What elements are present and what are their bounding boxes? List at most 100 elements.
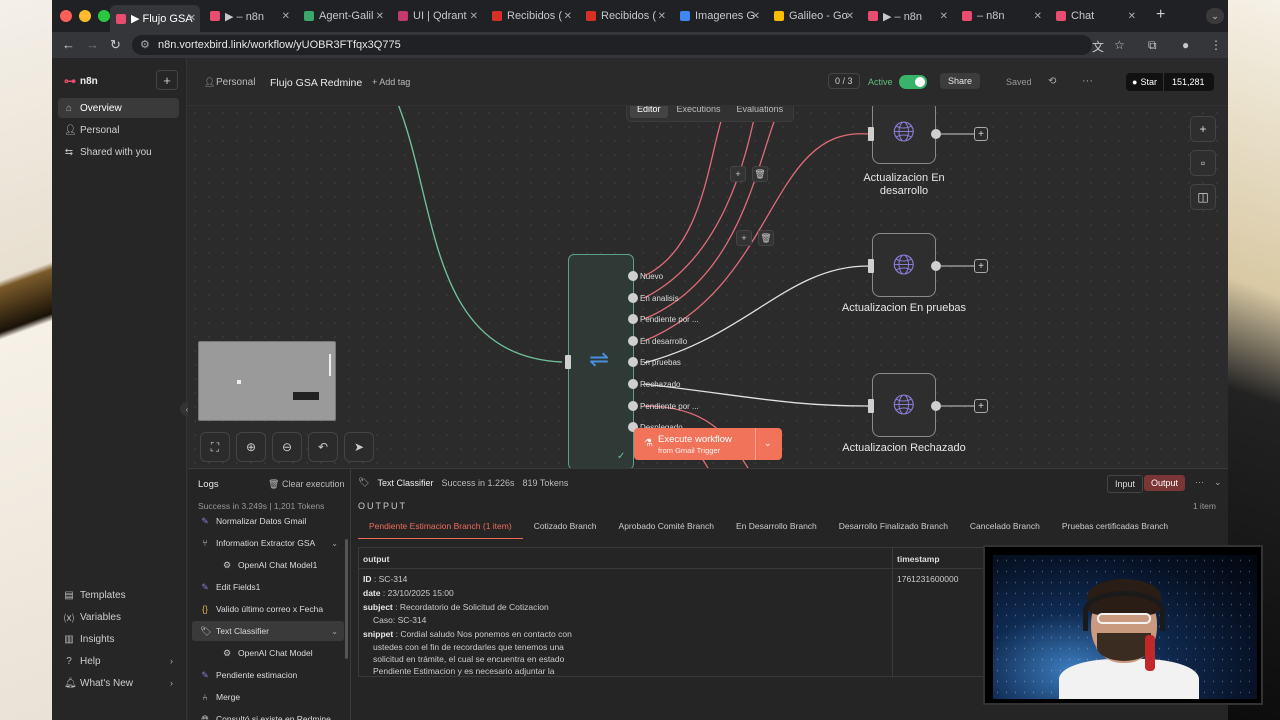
browser-tab[interactable]: Recibidos (✕ — [580, 5, 670, 27]
node-actualizacion-en-pruebas[interactable]: 🌐︎ — [872, 233, 936, 297]
branch-tab[interactable]: Cotizado Branch — [523, 515, 608, 539]
profile-avatar-icon[interactable]: ● — [1182, 38, 1189, 52]
browser-tab[interactable]: Galileo - Go ✕ — [768, 5, 858, 27]
fit-view-button[interactable]: ⛶ — [200, 432, 230, 462]
log-item[interactable]: {} Valido último correo x Fecha — [192, 599, 344, 619]
node-input-port[interactable] — [868, 399, 874, 413]
add-node-panel-button[interactable]: + — [1190, 116, 1216, 142]
add-tag-button[interactable]: + Add tag — [372, 77, 410, 87]
add-next-node-button[interactable]: + — [974, 399, 988, 413]
log-item[interactable]: ⑃ Merge — [192, 687, 344, 707]
log-item[interactable]: 🏷︎ Text Classifier ⌄ — [192, 621, 344, 641]
workflow-canvas[interactable]: Editor Executions Evaluations + 🗑︎ + 🗑︎ … — [188, 106, 1228, 468]
branch-tab[interactable]: Desarrollo Finalizado Branch — [828, 515, 959, 539]
log-item[interactable]: ✎ Normalizar Datos Gmail — [192, 511, 344, 531]
add-node-button[interactable]: + — [736, 230, 752, 246]
node-actualizacion-rechazado[interactable]: 🌐︎ — [872, 373, 936, 437]
branch-tab[interactable]: En Desarrollo Branch — [725, 515, 828, 539]
delete-connection-button[interactable]: 🗑︎ — [758, 230, 774, 246]
classifier-input-port[interactable] — [565, 355, 571, 369]
branch-output-port[interactable] — [628, 379, 638, 389]
more-options-icon[interactable]: ··· — [1195, 477, 1204, 487]
tab-editor[interactable]: Editor — [630, 106, 668, 118]
github-star-button[interactable]: ● Star 151,281 — [1126, 73, 1214, 91]
add-node-button[interactable]: + — [730, 166, 746, 182]
bookmark-star-icon[interactable]: ☆ — [1114, 38, 1125, 52]
minimize-window-button[interactable] — [79, 10, 91, 22]
zoom-out-button[interactable]: ⊖ — [272, 432, 302, 462]
browser-tab[interactable]: Recibidos (✕ — [486, 5, 576, 27]
history-icon[interactable]: ⟲ — [1048, 76, 1056, 87]
browser-tab[interactable]: ▶ – n8n ✕ — [204, 5, 294, 27]
reload-button[interactable]: ↻ — [110, 37, 121, 53]
browser-tab[interactable]: – n8n ✕ — [956, 5, 1046, 27]
back-button[interactable]: ← — [62, 37, 75, 52]
text-classifier-node[interactable]: ⇌ ✓ — [568, 254, 634, 468]
close-window-button[interactable] — [60, 10, 72, 22]
browser-tab[interactable]: ▶ – n8n ✕ — [862, 5, 952, 27]
workflow-name[interactable]: Flujo GSA Redmine — [270, 77, 362, 89]
close-tab-icon[interactable]: ✕ — [470, 11, 478, 22]
close-tab-icon[interactable]: ✕ — [564, 11, 572, 22]
branch-tab[interactable]: Pruebas certificadas Branch — [1051, 515, 1179, 539]
forward-button[interactable]: → — [86, 37, 99, 52]
input-toggle[interactable]: Input — [1107, 475, 1144, 493]
add-next-node-button[interactable]: + — [974, 259, 988, 273]
sidebar-item-help[interactable]: ? Help › — [58, 651, 179, 671]
branch-output-port[interactable] — [628, 292, 638, 303]
site-info-icon[interactable]: ⚙ — [140, 38, 150, 51]
breadcrumb-project[interactable]: Personal — [216, 77, 255, 88]
branch-output-port[interactable] — [628, 335, 638, 346]
log-item[interactable]: 🌐︎ Consultó si existe en Redmine — [192, 709, 344, 720]
branch-output-port[interactable] — [628, 400, 638, 411]
execute-workflow-button[interactable]: ⚗ Execute workflow from Gmail Trigger ⌄ — [634, 428, 782, 460]
active-toggle[interactable] — [899, 75, 927, 89]
sidebar-item-overview[interactable]: ⌂ Overview — [58, 98, 179, 118]
close-tab-icon[interactable]: ✕ — [376, 11, 384, 22]
zoom-in-button[interactable]: ⊕ — [236, 432, 266, 462]
node-input-port[interactable] — [868, 259, 874, 273]
zoom-window-button[interactable] — [98, 10, 110, 22]
clear-execution-button[interactable]: 🗑︎ Clear execution — [268, 479, 345, 490]
browser-tab[interactable]: Chat ✕ — [1050, 5, 1140, 27]
minimap[interactable] — [198, 341, 336, 421]
branch-tab[interactable]: Aprobado Comité Branch — [608, 515, 725, 539]
node-actualizacion-en-desarrollo[interactable]: 🌐︎ — [872, 106, 936, 164]
delete-connection-button[interactable]: 🗑︎ — [752, 166, 768, 182]
chevron-down-icon[interactable]: ⌄ — [1214, 477, 1222, 488]
sidebar-item-templates[interactable]: ▤ Templates — [58, 585, 179, 605]
tidy-up-button[interactable]: ➤ — [344, 432, 374, 462]
translate-icon[interactable]: 文 — [1092, 38, 1104, 55]
browser-tab[interactable]: ▶ Flujo GSA ✕ — [110, 5, 200, 32]
close-tab-icon[interactable]: ✕ — [188, 13, 196, 24]
toggle-panel-button[interactable]: ◫ — [1190, 184, 1216, 210]
sidebar-item-whats-new[interactable]: 🔔︎ What's New › — [58, 673, 179, 693]
node-input-port[interactable] — [868, 127, 874, 141]
share-button[interactable]: Share — [940, 73, 981, 89]
n8n-logo[interactable]: ⊶ n8n — [64, 74, 98, 88]
log-item[interactable]: ⚙ OpenAI Chat Model — [192, 643, 344, 663]
create-button[interactable]: + — [156, 70, 178, 90]
more-options-icon[interactable]: ··· — [1082, 75, 1093, 87]
node-output-port[interactable] — [931, 401, 941, 411]
browser-tab[interactable]: Imagenes G ✕ — [674, 5, 764, 27]
browser-tab[interactable]: Agent-Galil ✕ — [298, 5, 388, 27]
extensions-icon[interactable]: ⧉ — [1148, 38, 1157, 53]
output-toggle[interactable]: Output — [1144, 475, 1186, 491]
log-item[interactable]: ✎ Edit Fields1 — [192, 577, 344, 597]
close-tab-icon[interactable]: ✕ — [940, 11, 948, 22]
browser-menu-icon[interactable]: ⋮ — [1210, 38, 1222, 52]
close-tab-icon[interactable]: ✕ — [282, 11, 290, 22]
browser-tab[interactable]: UI | Qdrant ✕ — [392, 5, 482, 27]
sidebar-item-personal[interactable]: 👤︎ Personal — [58, 120, 179, 140]
log-item[interactable]: ⑂ Information Extractor GSA ⌄ — [192, 533, 344, 553]
node-output-port[interactable] — [931, 129, 941, 139]
chevron-down-icon[interactable]: ⌄ — [331, 627, 338, 636]
logs-scrollbar[interactable] — [345, 539, 348, 659]
close-tab-icon[interactable]: ✕ — [658, 11, 666, 22]
close-tab-icon[interactable]: ✕ — [846, 11, 854, 22]
sidebar-item-variables[interactable]: ⒳ Variables — [58, 607, 179, 627]
branch-tab[interactable]: Pendiente Estimacion Branch (1 item) — [358, 515, 523, 539]
sticky-note-button[interactable]: ▫ — [1190, 150, 1216, 176]
sidebar-item-shared[interactable]: ⇆ Shared with you — [58, 142, 179, 162]
